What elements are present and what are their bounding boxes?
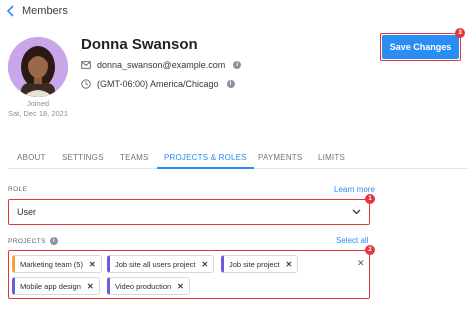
step-marker-1: 1 [365,194,375,204]
project-chip: Job site project ✕ [221,255,299,273]
project-chip: Video production ✕ [107,277,190,295]
email-text: donna_swanson@example.com [97,60,226,70]
tab-teams[interactable]: TEAMS [120,149,149,169]
project-chip-label: Job site project [229,259,280,269]
chevron-left-icon [6,5,14,17]
tab-bar: ABOUT SETTINGS TEAMS PROJECTS & ROLES PA… [8,149,468,169]
learn-more-link[interactable]: Learn more [334,185,375,194]
projects-label-row: PROJECTS i [8,237,58,245]
project-chip-label: Job site all users project [115,259,196,269]
project-chip: Mobile app design ✕ [12,277,100,295]
info-icon[interactable]: i [49,237,58,245]
email-row: donna_swanson@example.com i [81,60,242,70]
tab-limits[interactable]: LIMITS [318,149,345,169]
project-chip: Marketing team (5) ✕ [12,255,102,273]
tab-about[interactable]: ABOUT [17,149,46,169]
mail-icon [81,61,91,69]
role-value: User [17,207,37,217]
info-icon[interactable]: i [233,61,242,69]
remove-chip-icon[interactable]: ✕ [285,260,292,269]
timezone-row: (GMT-06:00) America/Chicago i [81,79,235,89]
role-select[interactable]: User [8,199,370,225]
role-label: ROLE [8,186,28,193]
project-chip-label: Mobile app design [20,281,81,291]
remove-chip-icon[interactable]: ✕ [201,260,208,269]
member-name: Donna Swanson [81,36,198,53]
step-marker-2: 2 [365,245,375,255]
chevron-down-icon [352,209,361,215]
back-link[interactable]: Members [6,3,68,19]
avatar [8,37,68,97]
joined-label: Joined [26,99,50,108]
save-button-highlight: Save Changes [380,33,461,61]
clear-all-icon[interactable]: ✕ [357,258,365,269]
projects-multiselect[interactable]: Marketing team (5) ✕ Job site all users … [8,250,370,299]
project-chip-label: Marketing team (5) [20,259,83,269]
project-chip: Job site all users project ✕ [107,255,215,273]
info-icon[interactable]: i [226,80,235,88]
step-marker-3: 3 [455,28,465,38]
select-all-link[interactable]: Select all [336,236,368,245]
back-label: Members [22,5,68,17]
tab-projects-roles[interactable]: PROJECTS & ROLES [157,149,254,169]
projects-label: PROJECTS [8,237,46,245]
tab-payments[interactable]: PAYMENTS [258,149,302,169]
project-chip-label: Video production [115,281,172,291]
timezone-text: (GMT-06:00) America/Chicago [97,79,219,89]
clock-icon [81,79,91,89]
tab-settings[interactable]: SETTINGS [62,149,104,169]
remove-chip-icon[interactable]: ✕ [87,282,94,291]
remove-chip-icon[interactable]: ✕ [177,282,184,291]
save-changes-button[interactable]: Save Changes [382,35,459,59]
joined-date: Sat, Dec 18, 2021 [7,109,69,118]
remove-chip-icon[interactable]: ✕ [89,260,96,269]
